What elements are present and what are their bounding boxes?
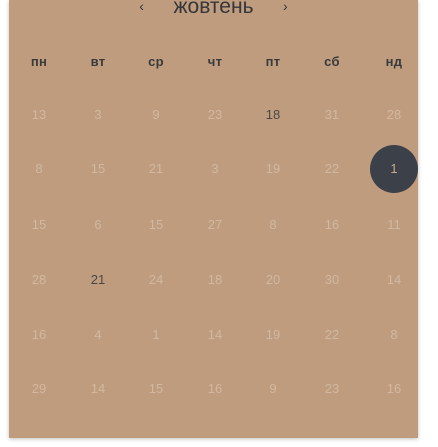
selected-day-cell[interactable]: 1 bbox=[370, 145, 418, 193]
days-grid: 13 3 9 23 18 31 28 8 15 21 3 19 22 1 15 6 15 27 8 16 11 28 21 2… bbox=[9, 0, 418, 438]
day-cell[interactable]: 3 bbox=[191, 145, 239, 193]
day-cell[interactable]: 18 bbox=[249, 91, 297, 139]
day-cell[interactable]: 22 bbox=[308, 311, 356, 359]
day-cell[interactable]: 29 bbox=[15, 365, 63, 413]
day-cell[interactable]: 8 bbox=[15, 145, 63, 193]
day-cell[interactable]: 20 bbox=[249, 256, 297, 304]
day-cell[interactable]: 23 bbox=[191, 91, 239, 139]
day-cell[interactable]: 14 bbox=[74, 365, 122, 413]
day-cell[interactable]: 3 bbox=[74, 91, 122, 139]
day-cell[interactable]: 8 bbox=[370, 311, 418, 359]
day-cell[interactable]: 21 bbox=[74, 256, 122, 304]
day-cell[interactable]: 6 bbox=[74, 201, 122, 249]
day-cell[interactable]: 9 bbox=[132, 91, 180, 139]
day-cell[interactable]: 28 bbox=[15, 256, 63, 304]
day-cell[interactable]: 15 bbox=[74, 145, 122, 193]
day-cell[interactable]: 15 bbox=[15, 201, 63, 249]
day-cell[interactable]: 18 bbox=[191, 256, 239, 304]
day-cell[interactable]: 13 bbox=[15, 91, 63, 139]
day-cell[interactable]: 21 bbox=[132, 145, 180, 193]
day-cell[interactable]: 27 bbox=[191, 201, 239, 249]
day-cell[interactable]: 14 bbox=[191, 311, 239, 359]
day-cell[interactable]: 19 bbox=[249, 145, 297, 193]
day-cell[interactable]: 16 bbox=[191, 365, 239, 413]
day-cell[interactable]: 11 bbox=[370, 201, 418, 249]
calendar-widget: ‹ жовтень › пн вт ср чт пт сб нд 13 3 9 23 18 31 28 8… bbox=[9, 0, 418, 438]
day-cell[interactable]: 31 bbox=[308, 91, 356, 139]
day-cell[interactable]: 15 bbox=[132, 365, 180, 413]
day-cell[interactable]: 24 bbox=[132, 256, 180, 304]
day-cell[interactable]: 16 bbox=[370, 365, 418, 413]
day-cell[interactable]: 1 bbox=[132, 311, 180, 359]
day-cell[interactable]: 4 bbox=[74, 311, 122, 359]
day-cell[interactable]: 16 bbox=[15, 311, 63, 359]
day-cell[interactable]: 14 bbox=[370, 256, 418, 304]
day-cell[interactable]: 19 bbox=[249, 311, 297, 359]
day-cell[interactable]: 15 bbox=[132, 201, 180, 249]
day-cell[interactable]: 30 bbox=[308, 256, 356, 304]
day-cell[interactable]: 23 bbox=[308, 365, 356, 413]
day-cell[interactable]: 8 bbox=[249, 201, 297, 249]
day-cell[interactable]: 16 bbox=[308, 201, 356, 249]
day-cell[interactable]: 28 bbox=[370, 91, 418, 139]
day-cell[interactable]: 9 bbox=[249, 365, 297, 413]
day-cell[interactable]: 22 bbox=[308, 145, 356, 193]
